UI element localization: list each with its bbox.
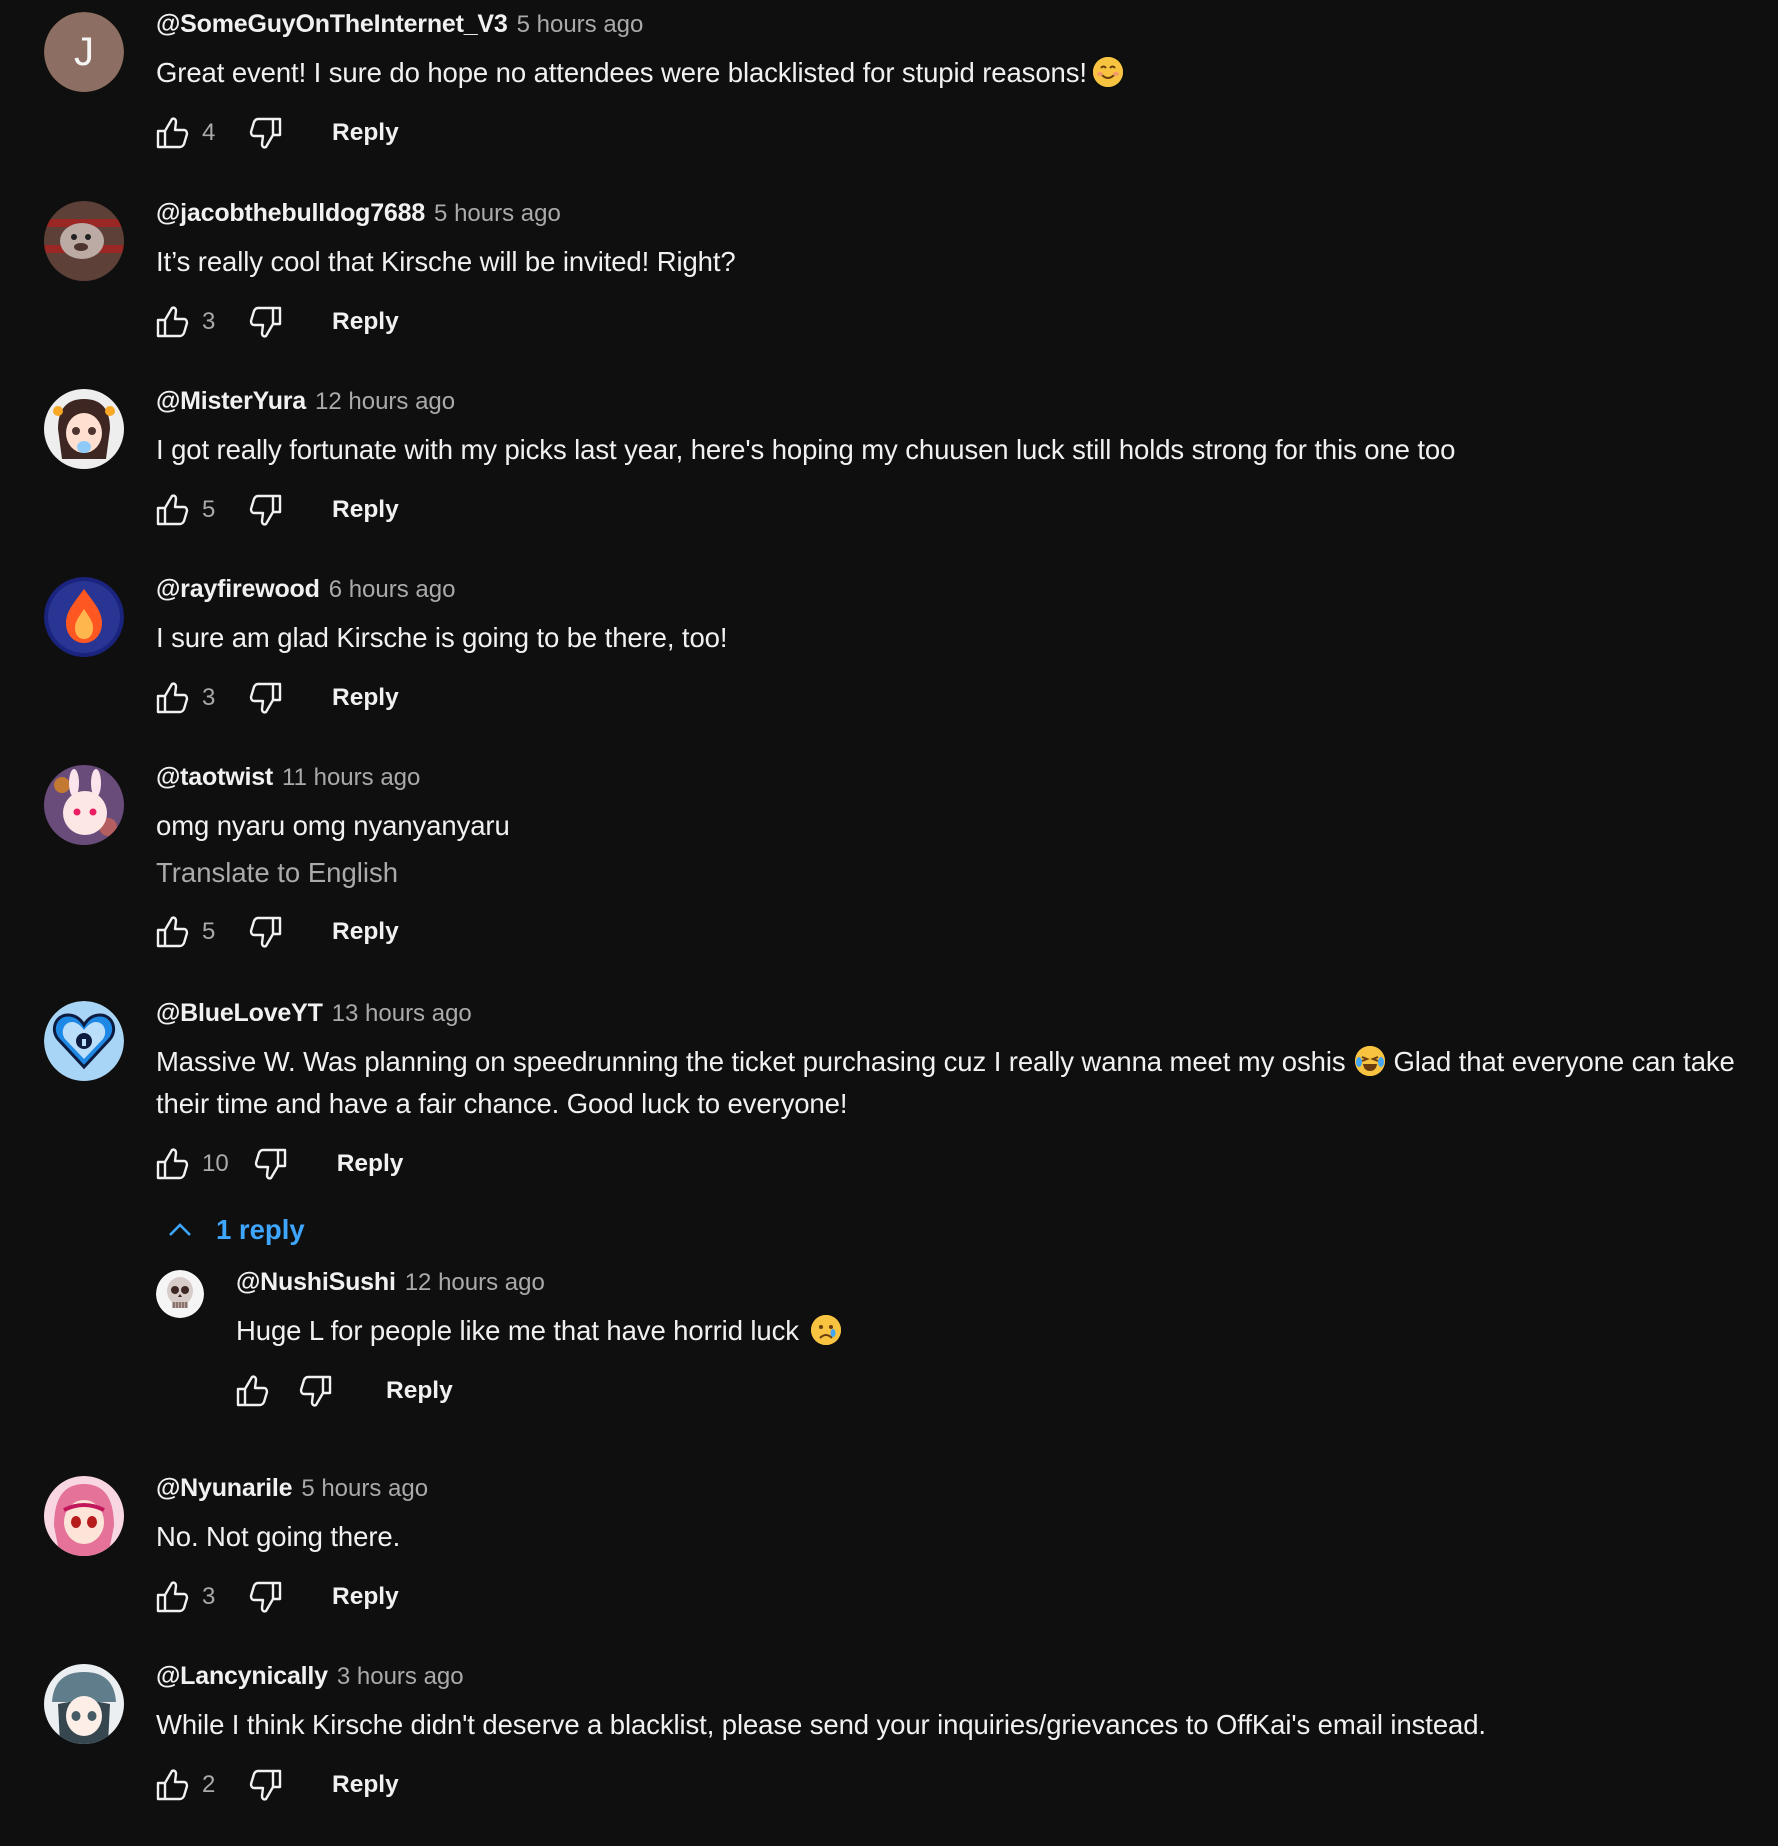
like-count: 3 bbox=[202, 684, 216, 711]
avatar[interactable] bbox=[44, 577, 124, 657]
reply-button[interactable]: Reply bbox=[332, 912, 399, 952]
like-icon[interactable] bbox=[152, 678, 192, 718]
comment-timestamp[interactable]: 5 hours ago bbox=[517, 11, 644, 39]
like-count: 10 bbox=[202, 1150, 229, 1177]
comment-timestamp[interactable]: 12 hours ago bbox=[315, 388, 455, 416]
like-count: 4 bbox=[202, 119, 216, 146]
like-icon[interactable] bbox=[152, 912, 192, 952]
dislike-icon[interactable] bbox=[246, 490, 286, 530]
reply-button[interactable]: Reply bbox=[332, 302, 399, 342]
like-icon[interactable] bbox=[152, 1577, 192, 1617]
dislike-icon[interactable] bbox=[296, 1371, 336, 1411]
comment-text: omg nyaru omg nyanyanyaru bbox=[156, 810, 510, 841]
avatar[interactable] bbox=[44, 389, 124, 469]
reply-button[interactable]: Reply bbox=[332, 1577, 399, 1617]
like-count: 3 bbox=[202, 1583, 216, 1610]
like-count: 5 bbox=[202, 918, 216, 945]
replies-count-label: 1 reply bbox=[216, 1214, 305, 1245]
comments-section: J @SomeGuyOnTheInternet_V3 5 hours ago G… bbox=[0, 0, 1778, 1846]
reply-button[interactable]: Reply bbox=[332, 490, 399, 530]
comment-timestamp[interactable]: 3 hours ago bbox=[337, 1663, 464, 1691]
avatar[interactable] bbox=[156, 1270, 204, 1318]
like-count: 2 bbox=[202, 1771, 216, 1798]
comment-timestamp[interactable]: 5 hours ago bbox=[301, 1475, 428, 1503]
like-icon[interactable] bbox=[152, 302, 192, 342]
comment-timestamp[interactable]: 11 hours ago bbox=[282, 764, 420, 792]
avatar[interactable] bbox=[44, 1664, 124, 1744]
comment-author[interactable]: @Lancynically bbox=[156, 1662, 328, 1691]
like-count: 5 bbox=[202, 496, 216, 523]
comment-actions: 3 Reply bbox=[156, 297, 1738, 347]
comment-timestamp[interactable]: 6 hours ago bbox=[329, 576, 456, 604]
avatar[interactable] bbox=[44, 1001, 124, 1081]
comment-actions: 3 Reply bbox=[156, 673, 1738, 723]
like-icon[interactable] bbox=[152, 113, 192, 153]
crying-face-emoji bbox=[810, 1315, 841, 1345]
comment-author[interactable]: @taotwist bbox=[156, 763, 273, 792]
chevron-up-icon bbox=[169, 1223, 191, 1236]
dislike-icon[interactable] bbox=[246, 1577, 286, 1617]
dislike-icon[interactable] bbox=[246, 912, 286, 952]
comment-actions: 10 Reply bbox=[156, 1139, 1738, 1189]
comment-actions: 4 Reply bbox=[156, 108, 1738, 158]
avatar[interactable]: J bbox=[44, 12, 124, 92]
avatar[interactable] bbox=[44, 1476, 124, 1556]
translate-link[interactable]: Translate to English bbox=[156, 851, 1738, 895]
reply-button[interactable]: Reply bbox=[332, 1765, 399, 1805]
like-icon[interactable] bbox=[152, 1765, 192, 1805]
comment-author[interactable]: @MisterYura bbox=[156, 387, 306, 416]
comment-text: Great event! I sure do hope no attendees… bbox=[156, 52, 1738, 94]
reply-button[interactable]: Reply bbox=[332, 113, 399, 153]
comment-author[interactable]: @BlueLoveYT bbox=[156, 999, 323, 1028]
comment-actions: 5 Reply bbox=[156, 485, 1738, 535]
avatar-letter: J bbox=[74, 30, 94, 74]
comment-text: Massive W. Was planning on speedrunning … bbox=[156, 1046, 1735, 1119]
reply-button[interactable]: Reply bbox=[337, 1144, 404, 1184]
comment-actions: 2 Reply bbox=[156, 1760, 1738, 1810]
dislike-icon[interactable] bbox=[246, 113, 286, 153]
comment-text: I sure am glad Kirsche is going to be th… bbox=[156, 622, 728, 653]
comment-text: While I think Kirsche didn't deserve a b… bbox=[156, 1709, 1486, 1740]
comment-timestamp[interactable]: 12 hours ago bbox=[405, 1269, 545, 1297]
avatar[interactable] bbox=[44, 201, 124, 281]
comment-author[interactable]: @jacobthebulldog7688 bbox=[156, 199, 425, 228]
comment-actions: 5 Reply bbox=[156, 907, 1738, 957]
comment-actions: Reply bbox=[236, 1366, 1738, 1416]
like-icon[interactable] bbox=[152, 490, 192, 530]
dislike-icon[interactable] bbox=[246, 302, 286, 342]
like-count: 3 bbox=[202, 308, 216, 335]
comment-author[interactable]: @Nyunarile bbox=[156, 1474, 293, 1503]
dislike-icon[interactable] bbox=[251, 1144, 291, 1184]
smiling-face-emoji bbox=[1092, 57, 1123, 87]
comment-author[interactable]: @rayfirewood bbox=[156, 575, 320, 604]
reply-button[interactable]: Reply bbox=[332, 678, 399, 718]
dislike-icon[interactable] bbox=[246, 678, 286, 718]
like-icon[interactable] bbox=[232, 1371, 272, 1411]
like-icon[interactable] bbox=[152, 1144, 192, 1184]
comment-text: I got really fortunate with my picks las… bbox=[156, 434, 1456, 465]
comment-actions: 3 Reply bbox=[156, 1572, 1738, 1622]
comment-text: Huge L for people like me that have horr… bbox=[236, 1310, 1738, 1352]
comment-text: It’s really cool that Kirsche will be in… bbox=[156, 246, 736, 277]
comment-author[interactable]: @SomeGuyOnTheInternet_V3 bbox=[156, 10, 508, 39]
dislike-icon[interactable] bbox=[246, 1765, 286, 1805]
comment-author[interactable]: @NushiSushi bbox=[236, 1268, 396, 1297]
comment-timestamp[interactable]: 5 hours ago bbox=[434, 200, 561, 228]
avatar[interactable] bbox=[44, 765, 124, 845]
reply-button[interactable]: Reply bbox=[386, 1371, 453, 1411]
comment-text: No. Not going there. bbox=[156, 1521, 401, 1552]
replies-toggle-button[interactable]: 1 reply bbox=[164, 1214, 305, 1246]
laughing-tears-emoji bbox=[1355, 1046, 1386, 1076]
comment-timestamp[interactable]: 13 hours ago bbox=[332, 1000, 472, 1028]
